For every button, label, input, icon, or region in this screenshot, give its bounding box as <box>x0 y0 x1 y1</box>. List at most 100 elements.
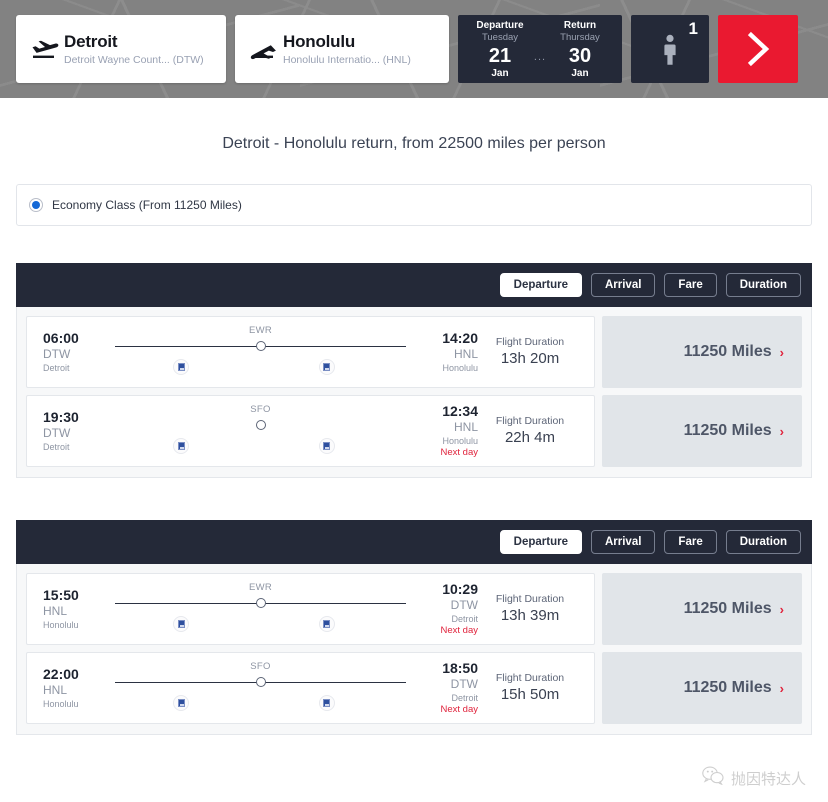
departure-date-label: Departure <box>476 20 524 31</box>
stop-airport-code: EWR <box>248 582 273 593</box>
cabin-radio-selected-dot <box>32 201 40 209</box>
date-range-field[interactable]: Departure Tuesday 21 Jan ... Return Thur… <box>458 15 622 83</box>
arrive-city: Detroit <box>451 693 478 703</box>
person-icon <box>662 33 678 72</box>
return-day: 30 <box>568 45 592 67</box>
fare-select-button[interactable]: 11250 Miles › <box>602 395 802 467</box>
chevron-right-icon: › <box>779 423 784 439</box>
duration-value: 13h 20m <box>500 350 560 367</box>
sort-tab-duration[interactable]: Duration <box>725 273 801 297</box>
fare-select-button[interactable]: 11250 Miles › <box>602 316 802 388</box>
arrive-code: HNL <box>453 420 478 434</box>
passenger-count: 1 <box>688 19 698 38</box>
cabin-class-label: Economy Class (From 11250 Miles) <box>52 198 242 212</box>
flight-destination: 12:34 HNL Honolulu Next day <box>420 403 479 459</box>
fare-amount: 11250 Miles <box>683 600 772 617</box>
sort-tab-duration[interactable]: Duration <box>725 530 801 554</box>
arrive-code: DTW <box>450 598 478 612</box>
outbound-results-section: Departure Arrival Fare Duration 06:00 DT… <box>16 263 812 478</box>
page-root: Detroit Detroit Wayne Count... (DTW) Hon… <box>0 0 828 802</box>
origin-airport: Detroit Wayne Count... (DTW) <box>64 53 204 66</box>
depart-code: DTW <box>43 426 71 440</box>
departure-weekday: Tuesday <box>481 32 519 43</box>
date-separator: ... <box>533 50 547 63</box>
airline-logo-icon <box>173 616 190 632</box>
airline-logo-icon <box>318 359 335 375</box>
flight-details[interactable]: 22:00 HNL Honolulu SFO 18:50 DTW Detroit… <box>26 652 595 724</box>
airline-logo-icon <box>318 616 335 632</box>
airline-logo-icon <box>173 359 190 375</box>
route-stop-dot <box>255 420 266 430</box>
origin-field[interactable]: Detroit Detroit Wayne Count... (DTW) <box>16 15 226 83</box>
sort-tab-departure[interactable]: Departure <box>499 273 582 297</box>
stop-airport-code: SFO <box>250 661 271 672</box>
fare-select-button[interactable]: 11250 Miles › <box>602 573 802 645</box>
arrive-city: Honolulu <box>442 363 478 373</box>
sort-tab-arrival[interactable]: Arrival <box>590 530 656 554</box>
duration-label: Flight Duration <box>495 672 565 684</box>
return-month: Jan <box>571 68 589 79</box>
plane-arrival-icon <box>249 36 283 62</box>
duration-label: Flight Duration <box>495 415 565 427</box>
sort-tab-arrival[interactable]: Arrival <box>590 273 656 297</box>
flight-details[interactable]: 19:30 DTW Detroit SFO 12:34 HNL Honolulu <box>26 395 595 467</box>
sort-tab-fare[interactable]: Fare <box>664 273 717 297</box>
duration-label: Flight Duration <box>495 593 565 605</box>
duration-value: 13h 39m <box>500 607 560 624</box>
flight-destination: 18:50 DTW Detroit Next day <box>420 660 479 716</box>
flight-duration: Flight Duration 13h 39m <box>478 592 582 626</box>
arrive-city: Honolulu <box>442 436 478 446</box>
route-stop-dot <box>255 677 266 687</box>
plane-departure-icon <box>30 36 64 62</box>
arrive-time: 14:20 <box>442 330 478 346</box>
arrive-time: 10:29 <box>442 581 478 597</box>
flight-duration: Flight Duration 22h 4m <box>478 414 582 448</box>
arrive-next-day: Next day <box>440 447 479 458</box>
fare-amount: 11250 Miles <box>683 422 772 439</box>
arrive-next-day: Next day <box>440 704 479 715</box>
flight-destination: 14:20 HNL Honolulu <box>420 330 478 374</box>
depart-time: 22:00 <box>43 666 79 682</box>
inbound-flight-list: 15:50 HNL Honolulu EWR 10:29 DTW Detroit… <box>16 564 812 735</box>
sort-tab-fare[interactable]: Fare <box>664 530 717 554</box>
return-date[interactable]: Return Thursday 30 Jan <box>552 19 608 80</box>
duration-label: Flight Duration <box>495 336 565 348</box>
arrive-time: 18:50 <box>442 660 478 676</box>
flight-details[interactable]: 06:00 DTW Detroit EWR 14:20 HNL Honolulu… <box>26 316 595 388</box>
passenger-selector[interactable]: 1 <box>631 15 709 83</box>
departure-date[interactable]: Departure Tuesday 21 Jan <box>472 19 528 80</box>
destination-city: Honolulu <box>283 31 356 51</box>
depart-city: Honolulu <box>43 620 79 630</box>
return-weekday: Thursday <box>560 32 600 43</box>
arrive-city: Detroit <box>451 614 478 624</box>
chevron-right-icon: › <box>779 601 784 617</box>
flight-origin: 22:00 HNL Honolulu <box>43 666 101 710</box>
flight-destination: 10:29 DTW Detroit Next day <box>420 581 479 637</box>
destination-airport: Honolulu Internatio... (HNL) <box>283 53 411 66</box>
depart-time: 15:50 <box>43 587 79 603</box>
depart-city: Detroit <box>43 442 70 452</box>
route-stop-dot <box>255 598 266 608</box>
cabin-radio-icon[interactable] <box>29 198 43 212</box>
flight-row: 22:00 HNL Honolulu SFO 18:50 DTW Detroit… <box>26 652 802 724</box>
fare-select-button[interactable]: 11250 Miles › <box>602 652 802 724</box>
duration-value: 22h 4m <box>504 429 556 446</box>
search-summary-bar: Detroit Detroit Wayne Count... (DTW) Hon… <box>0 0 828 98</box>
sort-tab-departure[interactable]: Departure <box>499 530 582 554</box>
flight-duration: Flight Duration 13h 20m <box>478 335 582 369</box>
wechat-icon <box>702 766 724 790</box>
cabin-class-option[interactable]: Economy Class (From 11250 Miles) <box>16 184 812 226</box>
outbound-flight-list: 06:00 DTW Detroit EWR 14:20 HNL Honolulu… <box>16 307 812 478</box>
watermark: 抛因特达人 <box>702 766 806 790</box>
departure-month: Jan <box>491 68 509 79</box>
destination-field[interactable]: Honolulu Honolulu Internatio... (HNL) <box>235 15 449 83</box>
search-submit-button[interactable] <box>718 15 798 83</box>
fare-amount: 11250 Miles <box>683 343 772 360</box>
watermark-text: 抛因特达人 <box>730 769 806 788</box>
depart-code: DTW <box>43 347 71 361</box>
route-graphic: EWR <box>115 580 406 638</box>
flight-details[interactable]: 15:50 HNL Honolulu EWR 10:29 DTW Detroit… <box>26 573 595 645</box>
return-date-label: Return <box>563 20 597 31</box>
arrive-next-day: Next day <box>440 625 479 636</box>
inbound-results-section: Departure Arrival Fare Duration 15:50 HN… <box>16 520 812 735</box>
